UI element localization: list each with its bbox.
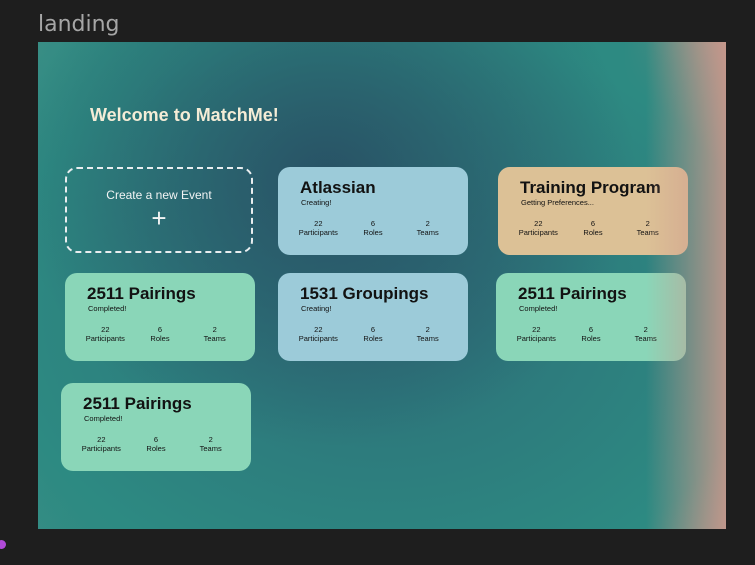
event-title: Atlassian [300,178,376,197]
stat-participants: 22 Participants [509,325,564,343]
stat-value: 6 [370,325,376,334]
stat-roles: 6 Roles [566,219,621,237]
event-status: Creating! [301,304,332,313]
event-status: Completed! [88,304,127,313]
stat-value: 2 [643,325,648,334]
event-title: 2511 Pairings [83,394,192,413]
stat-value: 22 [534,219,543,228]
stat-roles: 6 Roles [564,325,619,343]
stat-participants: 22 Participants [78,325,133,343]
event-stats: 22 Participants 6 Roles 2 Teams [291,325,455,343]
event-card-training-program[interactable]: Training Program Getting Preferences... … [498,167,688,255]
stat-teams: 2 Teams [400,219,455,237]
stat-label: Roles [146,444,166,453]
event-title: Training Program [520,178,661,197]
stat-label: Participants [81,444,121,453]
event-title: 1531 Groupings [300,284,429,303]
page-title: Welcome to MatchMe! [90,105,279,125]
stat-label: Participants [518,228,558,237]
stat-label: Roles [363,334,383,343]
stat-value: 22 [314,325,323,334]
stat-label: Roles [150,334,170,343]
event-card-atlassian[interactable]: Atlassian Creating! 22 Participants 6 Role… [278,167,468,255]
stat-value: 2 [645,219,650,228]
stat-label: Teams [203,334,226,343]
stat-participants: 22 Participants [291,219,346,237]
stat-participants: 22 Participants [74,435,129,453]
stat-value: 2 [425,325,430,334]
event-card-2511-pairings[interactable]: 2511 Pairings Completed! 22 Participants … [65,273,255,361]
stat-participants: 22 Participants [291,325,346,343]
stat-label: Teams [634,334,657,343]
frame-label: landing [38,12,120,37]
stat-label: Roles [583,228,603,237]
stat-value: 22 [101,325,110,334]
event-stats: 22 Participants 6 Roles 2 Teams [291,219,455,237]
stat-value: 2 [425,219,430,228]
stat-label: Teams [636,228,659,237]
create-event-button[interactable]: Create a new Event + [65,167,253,253]
event-title: 2511 Pairings [518,284,627,303]
event-status: Completed! [84,414,123,423]
stat-label: Roles [581,334,601,343]
stat-label: Roles [363,228,383,237]
stat-label: Participants [298,334,338,343]
stat-value: 22 [532,325,541,334]
stat-value: 6 [370,219,376,228]
event-title: 2511 Pairings [87,284,196,303]
stat-value: 6 [588,325,594,334]
event-card-2511-pairings[interactable]: 2511 Pairings Completed! 22 Participants … [496,273,686,361]
plus-icon: + [151,203,167,233]
stat-label: Participants [298,228,338,237]
stat-roles: 6 Roles [346,219,401,237]
stat-value: 22 [97,435,106,444]
event-card-1531-groupings[interactable]: 1531 Groupings Creating! 22 Participants … [278,273,468,361]
stat-roles: 6 Roles [129,435,184,453]
stat-label: Teams [416,334,439,343]
event-status: Getting Preferences... [521,198,594,207]
event-status: Creating! [301,198,332,207]
stat-teams: 2 Teams [618,325,673,343]
event-stats: 22 Participants 6 Roles 2 Teams [74,435,238,453]
stat-label: Teams [416,228,439,237]
stat-value: 6 [153,435,159,444]
cursor-dot [0,540,6,549]
stat-participants: 22 Participants [511,219,566,237]
event-status: Completed! [519,304,558,313]
stat-roles: 6 Roles [133,325,188,343]
stat-value: 2 [208,435,213,444]
create-event-label: Create a new Event [106,188,212,202]
stat-teams: 2 Teams [620,219,675,237]
stat-value: 6 [157,325,163,334]
stat-label: Participants [516,334,556,343]
event-stats: 22 Participants 6 Roles 2 Teams [509,325,673,343]
stat-value: 2 [212,325,217,334]
stat-teams: 2 Teams [187,325,242,343]
stat-value: 6 [590,219,596,228]
stat-teams: 2 Teams [183,435,238,453]
stat-label: Participants [85,334,125,343]
stat-label: Teams [199,444,222,453]
stat-teams: 2 Teams [400,325,455,343]
stat-value: 22 [314,219,323,228]
stat-roles: 6 Roles [346,325,401,343]
event-stats: 22 Participants 6 Roles 2 Teams [511,219,675,237]
event-stats: 22 Participants 6 Roles 2 Teams [78,325,242,343]
event-card-2511-pairings[interactable]: 2511 Pairings Completed! 22 Participants … [61,383,251,471]
landing-canvas: Welcome to MatchMe! Create a new Event +… [38,42,726,529]
